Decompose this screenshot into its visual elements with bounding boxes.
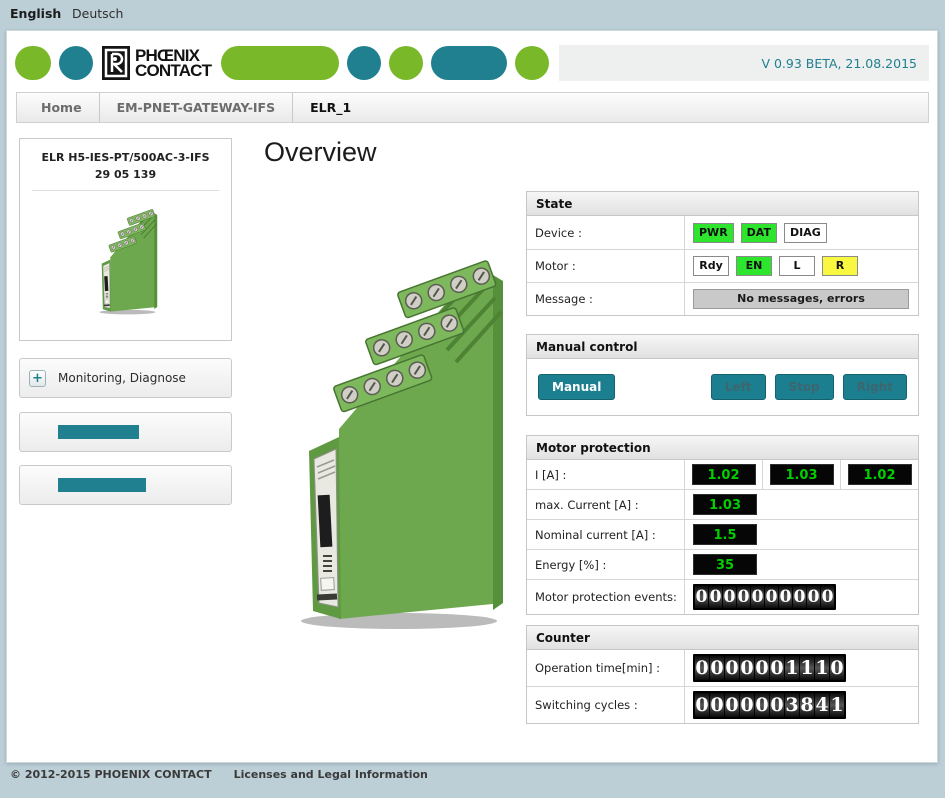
sidebar-item-administration[interactable]: Administration (19, 465, 232, 505)
motor-protection-title: Motor protection (527, 436, 918, 460)
brand-shape-circle (347, 46, 381, 80)
language-bar: English Deutsch (0, 0, 945, 28)
left-button[interactable]: Left (711, 374, 766, 400)
counter-row-switching-cycles: Switching cycles : 0000003841 (527, 686, 918, 723)
odometer-switching-cycles: 0000003841 (693, 691, 846, 719)
counter-row-operation-time: Operation time[min] : 0000001110 (527, 650, 918, 686)
firmware-version-label: V 0.93 BETA, 21.08.2015 (761, 56, 917, 71)
row-label: Energy [%] : (527, 550, 685, 579)
lcd-current-phase2: 1.03 (770, 464, 834, 485)
breadcrumb-home[interactable]: Home (17, 93, 99, 122)
device-order-number: 29 05 139 (20, 168, 231, 181)
sidebar-item-label: Monitoring, Diagnose (58, 371, 186, 385)
device-info-card: ELR H5-IES-PT/500AC-3-IFS 29 05 139 (19, 138, 232, 341)
state-row-device: Device : PWR DAT DIAG (527, 216, 918, 249)
row-label: Switching cycles : (527, 687, 685, 723)
lcd-energy: 35 (693, 554, 757, 575)
phoenix-logo-icon (101, 45, 131, 81)
row-label: Nominal current [A] : (527, 520, 685, 549)
sidebar-item-monitoring-diagnose[interactable]: + Monitoring, Diagnose (19, 358, 232, 398)
state-panel-title: State (527, 192, 918, 216)
state-row-motor: Motor : Rdy EN L R (527, 249, 918, 282)
status-badge-rdy: Rdy (693, 256, 729, 276)
row-label: max. Current [A] : (527, 490, 685, 519)
licenses-legal-link[interactable]: Licenses and Legal Information (234, 768, 428, 781)
status-badge-l: L (779, 256, 815, 276)
status-badge-r: R (822, 256, 858, 276)
odometer-operation-time: 0000001110 (693, 654, 846, 682)
row-label: Motor : (527, 250, 685, 282)
breadcrumb-elr1[interactable]: ELR_1 (292, 93, 368, 122)
manual-control-panel: Manual control Manual Left Stop Right (526, 334, 919, 416)
lcd-current-phase1: 1.02 (692, 464, 756, 485)
brand-shape-circle (389, 46, 423, 80)
lcd-nominal-current: 1.5 (693, 524, 757, 545)
page-title: Overview (264, 137, 377, 168)
lcd-current-phase3: 1.02 (848, 464, 912, 485)
sidebar-item-label: Configuration (58, 425, 139, 439)
manual-control-title: Manual control (527, 335, 918, 359)
motor-row-events: Motor protection events: 0000000000 (527, 579, 918, 614)
motor-row-current: I [A] : 1.02 1.03 1.02 (527, 460, 918, 489)
row-label: Operation time[min] : (527, 650, 685, 686)
phoenix-contact-logo: PHŒNIX CONTACT (101, 45, 211, 81)
sidebar-item-configuration[interactable]: Configuration (19, 412, 232, 452)
brand-shape-circle (515, 46, 549, 80)
status-badge-en: EN (736, 256, 772, 276)
device-product-image (279, 211, 509, 631)
copyright-text: © 2012-2015 PHOENIX CONTACT (10, 768, 212, 781)
row-label: Motor protection events: (527, 580, 685, 614)
counter-panel: Counter Operation time[min] : 0000001110… (526, 625, 919, 724)
row-label: I [A] : (527, 460, 685, 489)
version-band: V 0.93 BETA, 21.08.2015 (559, 45, 929, 81)
manual-button[interactable]: Manual (538, 374, 615, 400)
brand-header: PHŒNIX CONTACT V 0.93 BETA, 21.08.2015 (9, 45, 929, 81)
odometer-protection-events: 0000000000 (693, 584, 836, 610)
brand-shape-pill (221, 46, 339, 80)
language-link-english[interactable]: English (10, 6, 61, 21)
counter-panel-title: Counter (527, 626, 918, 650)
right-button[interactable]: Right (843, 374, 907, 400)
row-label: Message : (527, 283, 685, 315)
state-row-message: Message : No messages, errors (527, 282, 918, 315)
brand-shape-pill (431, 46, 507, 80)
brand-shape-circle (59, 46, 93, 80)
breadcrumb-gateway[interactable]: EM-PNET-GATEWAY-IFS (99, 93, 293, 122)
breadcrumb: Home EM-PNET-GATEWAY-IFS ELR_1 (16, 92, 929, 123)
device-thumbnail-image (93, 195, 159, 315)
message-display: No messages, errors (693, 289, 909, 309)
motor-protection-panel: Motor protection I [A] : 1.02 1.03 1.02 … (526, 435, 919, 615)
content-card: PHŒNIX CONTACT V 0.93 BETA, 21.08.2015 H… (6, 30, 938, 763)
brand-shape-pill (15, 46, 51, 80)
stop-button[interactable]: Stop (775, 374, 834, 400)
state-panel: State Device : PWR DAT DIAG Motor : Rdy … (526, 191, 919, 316)
motor-row-max-current: max. Current [A] : 1.03 (527, 489, 918, 519)
status-badge-diag: DIAG (784, 223, 827, 243)
divider (32, 190, 219, 191)
expand-plus-icon[interactable]: + (29, 370, 46, 387)
lcd-max-current: 1.03 (693, 494, 757, 515)
device-type-label: ELR H5-IES-PT/500AC-3-IFS (20, 151, 231, 164)
motor-row-nominal-current: Nominal current [A] : 1.5 (527, 519, 918, 549)
status-badge-pwr: PWR (693, 223, 734, 243)
language-link-deutsch[interactable]: Deutsch (72, 6, 123, 21)
sidebar-item-label: Administration (58, 478, 146, 492)
row-label: Device : (527, 216, 685, 249)
logo-text-line2: CONTACT (135, 63, 211, 78)
motor-row-energy: Energy [%] : 35 (527, 549, 918, 579)
footer: © 2012-2015 PHOENIX CONTACT Licenses and… (10, 768, 428, 781)
status-badge-dat: DAT (741, 223, 777, 243)
